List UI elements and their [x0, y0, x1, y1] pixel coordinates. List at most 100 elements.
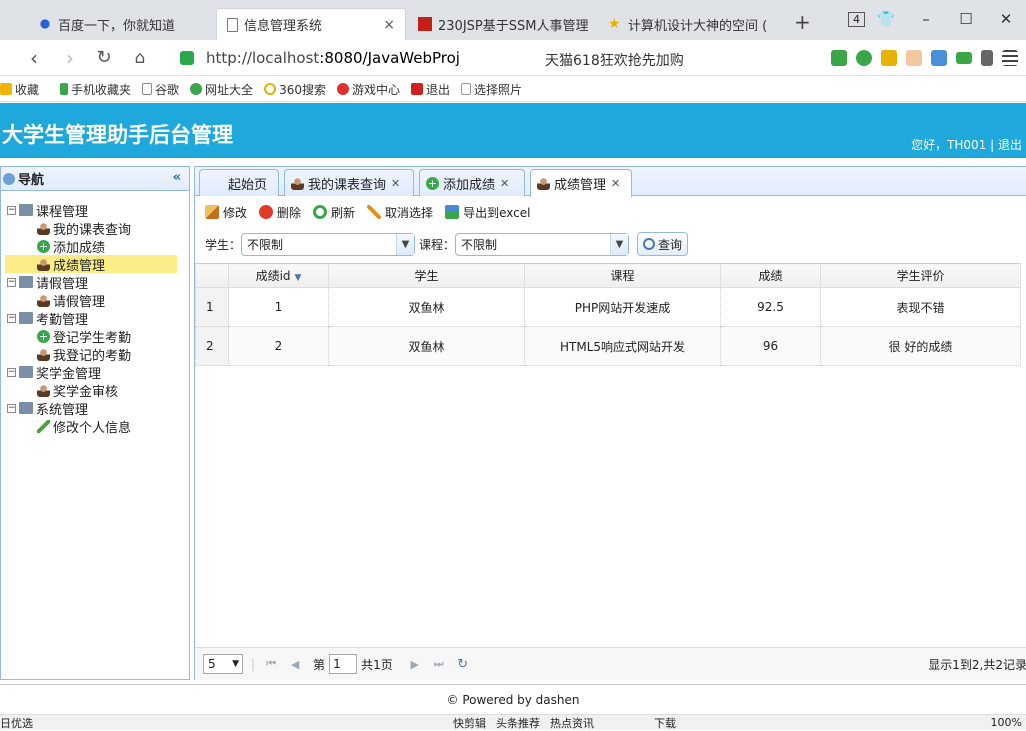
collapse-node-icon[interactable]: −	[7, 205, 16, 215]
browser-tab-space[interactable]: ★ 计算机设计大神的空间 (	[598, 8, 783, 40]
chevron-down-icon[interactable]: ▼	[396, 233, 415, 255]
sidebar-header: 导航 «	[1, 167, 189, 191]
tab-label: 起始页	[228, 177, 268, 193]
reload-icon[interactable]: ↻	[92, 46, 116, 70]
tree-group-attendance[interactable]: − 考勤管理	[7, 309, 88, 328]
tree-group-system[interactable]: − 系统管理	[7, 399, 88, 418]
column-header-course[interactable]: 课程	[524, 263, 721, 288]
tree-item-register-attendance[interactable]: + 登记学生考勤	[37, 327, 131, 346]
shield-icon[interactable]	[881, 50, 897, 66]
column-header-student[interactable]: 学生	[328, 263, 525, 288]
tab-add-score[interactable]: + 添加成绩 ✕	[419, 169, 525, 196]
tree-item-schedule[interactable]: 我的课表查询	[37, 219, 131, 238]
button-label: 删除	[277, 205, 302, 220]
student-select[interactable]: 不限制 ▼	[241, 232, 416, 256]
collapse-node-icon[interactable]: −	[7, 277, 16, 287]
last-page-icon[interactable]: ⏭	[431, 657, 447, 671]
prev-page-icon[interactable]: ◀	[287, 658, 303, 671]
home-icon[interactable]: ⌂	[128, 46, 152, 70]
delete-button[interactable]: 删除	[259, 204, 301, 221]
close-icon[interactable]: ✕	[391, 177, 400, 190]
tab-count-badge[interactable]: 4	[848, 12, 865, 27]
status-item[interactable]: 下载	[654, 715, 676, 731]
browser-tab-baidu[interactable]: 百度一下，你就知道	[28, 8, 218, 40]
edit-icon	[205, 205, 219, 219]
user-greeting[interactable]: 您好，TH001 | 退出	[911, 136, 1022, 153]
bookmark-item[interactable]: 网址大全	[190, 81, 253, 98]
table-row[interactable]: 2 2 双鱼林 HTML5响应式网站开发 96 很 好的成绩	[195, 326, 1021, 366]
battery-icon[interactable]	[956, 52, 972, 64]
query-button[interactable]: 查询	[637, 232, 689, 256]
collapse-node-icon[interactable]: −	[7, 313, 16, 323]
column-header-score[interactable]: 成绩	[720, 263, 821, 288]
browser-tab-ssm[interactable]: 230JSP基于SSM人事管理	[408, 8, 593, 40]
table-row[interactable]: 1 1 双鱼林 PHP网站开发速成 92.5 表现不错	[195, 287, 1021, 327]
close-icon[interactable]: ✕	[500, 177, 509, 190]
status-item[interactable]: 头条推荐	[496, 715, 540, 731]
scissors-icon[interactable]	[831, 50, 847, 66]
tree-item-scholarship-review[interactable]: 奖学金审核	[37, 381, 118, 400]
zoom-level[interactable]: 100%	[991, 716, 1022, 729]
panel-tabs: 起始页 我的课表查询 ✕ + 添加成绩 ✕ 成绩管理 ✕	[195, 167, 1026, 197]
tree-item-my-attendance[interactable]: 我登记的考勤	[37, 345, 131, 364]
bookmark-item[interactable]: 游戏中心	[336, 81, 400, 98]
back-icon[interactable]: ‹	[22, 46, 46, 70]
close-window-icon[interactable]: ✕	[986, 10, 1026, 28]
apps-icon[interactable]	[931, 50, 947, 66]
bookmark-item[interactable]: 360搜索	[264, 81, 326, 98]
next-page-icon[interactable]: ▶	[407, 658, 423, 671]
browser-tab-active[interactable]: 信息管理系统 ×	[216, 8, 406, 40]
column-header-comment[interactable]: 学生评价	[820, 263, 1021, 288]
tree-item-score-manage[interactable]: 成绩管理	[5, 255, 177, 274]
status-item[interactable]: 热点资讯	[550, 715, 594, 731]
export-excel-button[interactable]: 导出到excel	[445, 204, 530, 221]
tree-item-edit-profile[interactable]: 修改个人信息	[37, 417, 131, 436]
tab-home[interactable]: 起始页	[199, 169, 279, 196]
add-icon: +	[37, 329, 50, 343]
translate-icon[interactable]	[856, 50, 872, 66]
status-item[interactable]: 快剪辑	[453, 715, 486, 731]
reload-icon[interactable]: ↻	[455, 657, 471, 672]
refresh-icon	[313, 205, 328, 219]
collapse-node-icon[interactable]: −	[7, 367, 16, 377]
tree-group-leave[interactable]: − 请假管理	[7, 273, 88, 292]
maximize-icon[interactable]: ☐	[946, 10, 986, 28]
bookmark-item[interactable]: 退出	[410, 81, 450, 98]
bookmark-item[interactable]: 谷歌	[142, 81, 179, 98]
page-size-select[interactable]: 5 ▼	[203, 654, 243, 674]
bookmark-item[interactable]: 收藏	[0, 81, 39, 98]
new-tab-button[interactable]: +	[794, 10, 811, 34]
tab-my-schedule[interactable]: 我的课表查询 ✕	[284, 169, 414, 196]
menu-icon[interactable]	[1002, 50, 1018, 66]
tree-item-add-score[interactable]: + 添加成绩	[37, 237, 105, 256]
cancel-select-button[interactable]: 取消选择	[367, 204, 433, 221]
tree-group-scholarship[interactable]: − 奖学金管理	[7, 363, 101, 382]
edit-button[interactable]: 修改	[205, 204, 247, 221]
course-select[interactable]: 不限制 ▼	[455, 232, 630, 256]
red-square-icon	[418, 17, 432, 31]
chevron-down-icon[interactable]: ▼	[610, 233, 629, 255]
tree-item-leave[interactable]: 请假管理	[37, 291, 105, 310]
page-number-input[interactable]: 1	[329, 654, 358, 674]
collapse-icon[interactable]: «	[173, 170, 181, 185]
undo-icon[interactable]	[981, 50, 993, 66]
folder-icon	[19, 312, 33, 324]
first-page-icon[interactable]: ⏮	[263, 657, 279, 671]
promo-text[interactable]: 天猫618狂欢抢先加购	[545, 50, 684, 70]
column-header-id[interactable]: 成绩id ▼	[228, 263, 329, 288]
url-input[interactable]: http://localhost:8080/JavaWebProj	[180, 45, 530, 71]
shirt-icon[interactable]: 👕	[866, 10, 906, 28]
collapse-node-icon[interactable]: −	[7, 403, 16, 413]
status-left[interactable]: 日优选	[0, 715, 33, 731]
tree-group-course[interactable]: − 课程管理	[7, 201, 88, 220]
forward-icon[interactable]: ›	[58, 46, 82, 70]
user-icon	[37, 257, 50, 271]
close-icon[interactable]: ✕	[611, 177, 620, 190]
message-icon[interactable]	[906, 50, 922, 66]
bookmark-item[interactable]: 手机收藏夹	[60, 81, 131, 98]
refresh-button[interactable]: 刷新	[313, 204, 355, 221]
minimize-icon[interactable]: –	[906, 10, 946, 28]
close-tab-icon[interactable]: ×	[375, 17, 395, 33]
bookmark-item[interactable]: 选择照片	[461, 81, 522, 98]
tab-score-manage[interactable]: 成绩管理 ✕	[530, 169, 632, 197]
